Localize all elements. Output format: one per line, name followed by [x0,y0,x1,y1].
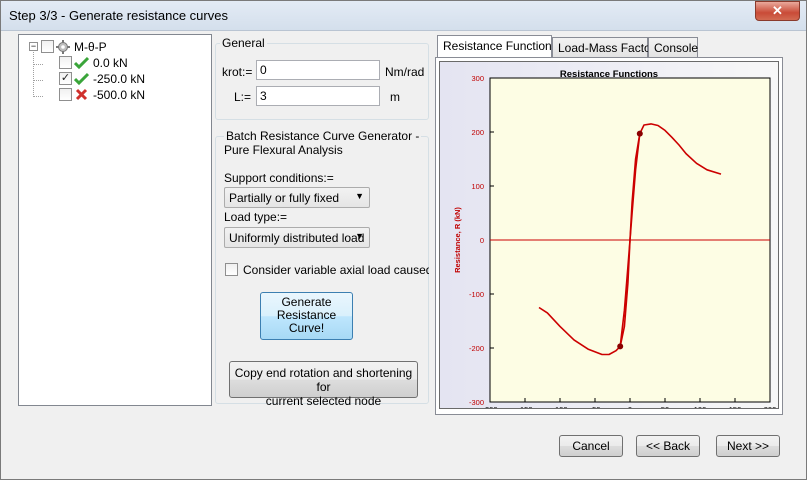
batch-group-title-1: Batch Resistance Curve Generator - [224,129,422,143]
data-point-marker [617,343,624,350]
y-tick-label: -100 [469,290,484,299]
window-title: Step 3/3 - Generate resistance curves [9,8,228,23]
resistance-chart: Resistance Functions3002001000-100-200-3… [453,69,777,426]
x-tick-label: -50 [590,405,601,408]
x-tick-label: 100 [694,405,707,408]
chart-container: Resistance Functions 300 200 100 0 -100 -200 -3… [439,61,779,426]
tree-item-label: 0.0 kN [93,56,128,70]
cancel-button[interactable]: Cancel [559,435,623,457]
general-group [215,43,429,120]
axial-load-checkbox[interactable] [225,263,238,276]
support-conditions-select[interactable]: Partially or fully fixed ▼ [224,187,370,208]
collapse-icon[interactable]: − [29,42,38,51]
data-point-marker [636,130,643,137]
copy-end-rotation-button[interactable]: Copy end rotation and shortening for cur… [229,361,418,408]
copy-line-2: current selected node [265,394,382,408]
y-tick-label: 0 [480,236,484,245]
length-label: L:= [234,90,252,104]
item-checkbox[interactable] [59,88,72,101]
title-bar: Step 3/3 - Generate resistance curves ✕ [1,1,806,31]
length-unit: m [390,90,400,104]
y-tick-label: 100 [471,182,484,191]
tab-console[interactable]: Console [648,37,698,57]
load-type-label: Load type:= [224,210,288,224]
next-button[interactable]: Next >> [716,435,780,457]
copy-line-1: Copy end rotation and shortening for [234,366,413,394]
chevron-down-icon: ▼ [355,191,364,201]
support-conditions-label: Support conditions:= [224,171,334,185]
x-tick-label: 0 [628,405,632,408]
checkmark-ok-icon [74,72,89,86]
tree-connector [33,64,43,65]
tree-root-label: M-θ-P [74,40,107,54]
tree-connector [33,47,34,97]
y-tick-label: -200 [469,344,484,353]
chevron-down-icon: ▼ [355,231,364,241]
dialog-window: Step 3/3 - Generate resistance curves ✕ … [0,0,807,480]
tree-item-label: -500.0 kN [93,88,146,102]
krot-input[interactable]: 0 [256,60,380,80]
item-checkbox-checked[interactable]: ✓ [59,72,72,85]
x-tick-label: 50 [661,405,669,408]
generate-line-3: Curve! [288,321,325,335]
checkmark-ok-icon [74,56,89,70]
x-tick-label: -100 [552,405,567,408]
error-cross-icon [75,88,88,101]
tab-resistance-functions[interactable]: Resistance Functions [437,35,558,57]
root-checkbox[interactable] [41,40,54,53]
tab-panel: Resistance Functions 300 200 100 0 -100 -200 -3… [435,57,783,426]
tree-item-label: -250.0 kN [93,72,146,86]
batch-group-title-2: Pure Flexural Analysis [224,143,343,157]
back-button[interactable]: << Back [636,435,700,457]
krot-unit: Nm/rad [385,65,425,79]
load-type-select[interactable]: Uniformly distributed load ▼ [224,227,370,248]
x-tick-label: 150 [729,405,742,408]
tab-load-mass-factor[interactable]: Load-Mass Factor [552,37,655,57]
general-group-title: General [220,36,267,50]
y-tick-label: 200 [471,128,484,137]
dialog-client: − M-θ-P 0.0 kN ✓ -250.0 kN -500.0 kN Gen… [9,32,798,469]
item-checkbox[interactable] [59,56,72,69]
close-button[interactable]: ✕ [755,1,800,21]
length-input[interactable]: 3 [256,86,380,106]
y-axis-label: Resistance, R (kN) [453,207,462,273]
support-conditions-value: Partially or fully fixed [229,191,340,205]
krot-label: krot:= [222,65,253,79]
tree-connector [33,96,43,97]
load-type-value: Uniformly distributed load [229,231,365,245]
x-tick-label: 200 [764,405,777,408]
x-tick-label: -200 [482,405,497,408]
gear-icon [56,40,70,54]
x-tick-label: -150 [517,405,532,408]
y-tick-label: 300 [471,74,484,83]
generate-curve-button[interactable]: Generate Resistance Curve! [260,292,353,340]
load-case-tree[interactable]: − M-θ-P 0.0 kN ✓ -250.0 kN -500.0 kN [18,34,212,406]
tree-connector [33,80,43,81]
axial-load-label: Consider variable axial load caused by a [243,263,429,277]
